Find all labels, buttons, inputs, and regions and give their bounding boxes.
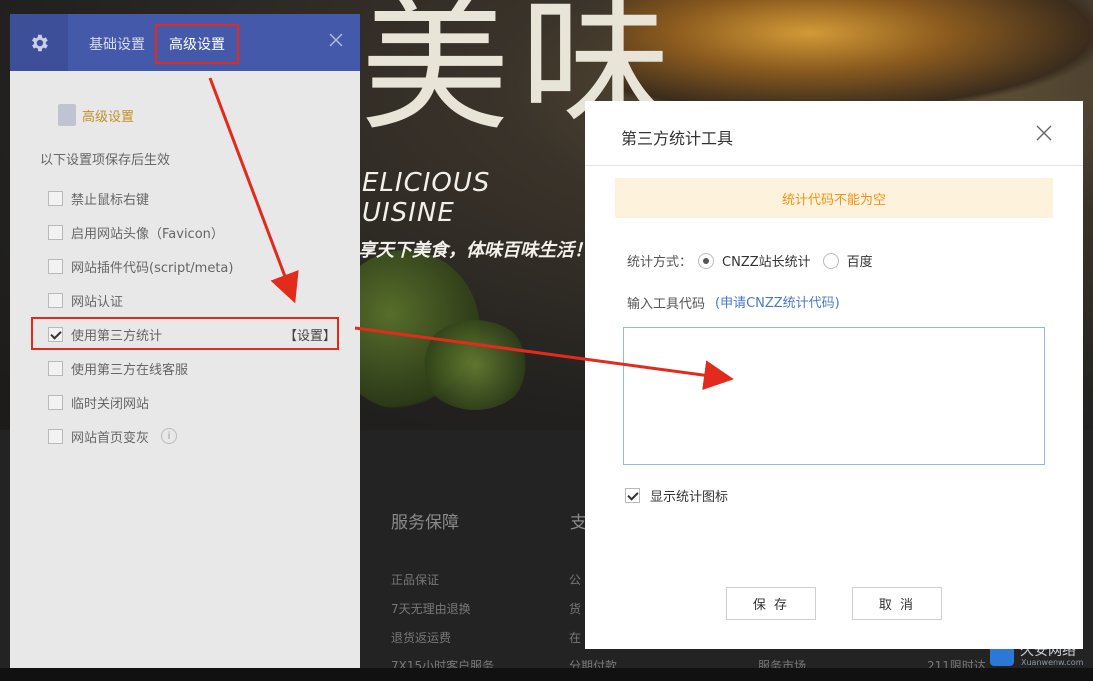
stats-method-row: 统计方式： CNZZ站长统计 百度	[627, 251, 879, 270]
third-party-stats-dialog: 第三方统计工具 统计代码不能为空 统计方式： CNZZ站长统计 百度 输入工具代…	[585, 101, 1083, 649]
settings-note: 以下设置项保存后生效	[40, 153, 171, 168]
error-alert: 统计代码不能为空	[615, 178, 1053, 218]
watermark-subtext: Xuanwenw.com	[1021, 658, 1084, 667]
show-icon-row[interactable]: 显示统计图标	[625, 486, 728, 505]
setting-label: 网站首页变灰	[71, 430, 150, 446]
checkbox[interactable]	[48, 224, 63, 240]
hero-slogan: 享天下美食，体味百味生活！	[358, 240, 592, 261]
stats-method-label: 统计方式：	[627, 255, 693, 270]
hero-english-line2: UISINE	[362, 198, 455, 228]
footer-link[interactable]: 在	[569, 629, 581, 646]
save-button[interactable]: 保 存	[726, 587, 816, 620]
section-title: 高级设置	[82, 109, 135, 125]
checkbox-checked[interactable]	[625, 488, 640, 503]
coriander-image-2	[420, 320, 530, 410]
setting-label: 网站认证	[71, 294, 124, 310]
tab-basic-settings[interactable]: 基础设置	[89, 34, 145, 54]
divider	[585, 165, 1083, 166]
footer-link[interactable]: 公	[569, 571, 581, 588]
radio-baidu[interactable]	[822, 252, 839, 269]
setting-label: 启用网站头像（Favicon）	[71, 226, 224, 242]
checkbox[interactable]	[48, 360, 63, 376]
footer-col1-title: 服务保障	[391, 513, 459, 533]
hero-english-line1: ELICIOUS	[362, 168, 491, 198]
footer-link[interactable]: 正品保证	[391, 571, 439, 588]
setting-label: 使用第三方在线客服	[71, 362, 189, 378]
gear-icon[interactable]	[10, 14, 68, 71]
setting-item-favicon[interactable]: 启用网站头像（Favicon）	[48, 222, 338, 242]
setting-item-plugin-code[interactable]: 网站插件代码(script/meta)	[48, 256, 338, 276]
footer-link[interactable]: 货	[569, 600, 581, 617]
checkbox[interactable]	[48, 394, 63, 410]
dialog-title: 第三方统计工具	[621, 129, 734, 148]
setting-item-disable-right-click[interactable]: 禁止鼠标右键	[48, 188, 338, 208]
code-label: 输入工具代码	[627, 297, 706, 312]
checkbox[interactable]	[48, 428, 63, 444]
highlight-advanced-tab	[155, 24, 239, 64]
section-heading: 高级设置	[58, 104, 134, 126]
highlight-third-party-row	[31, 317, 339, 350]
radio-cnzz[interactable]	[698, 252, 715, 269]
checkbox[interactable]	[48, 258, 63, 274]
apply-code-link[interactable]: (申请CNZZ统计代码)	[715, 292, 840, 311]
footer-link[interactable]: 退货返运费	[391, 629, 451, 646]
show-icon-label: 显示统计图标	[650, 490, 729, 505]
setting-item-grayscale-home[interactable]: 网站首页变灰 i	[48, 426, 338, 446]
setting-item-close-site[interactable]: 临时关闭网站	[48, 392, 338, 412]
food-plate-image	[620, 0, 1093, 110]
checkbox[interactable]	[48, 292, 63, 308]
section-icon	[58, 104, 76, 126]
close-icon[interactable]	[1035, 124, 1053, 142]
option-label[interactable]: 百度	[847, 251, 873, 270]
footer-bottom-bar	[0, 668, 1093, 681]
setting-label: 网站插件代码(script/meta)	[71, 260, 234, 276]
setting-label: 禁止鼠标右键	[71, 192, 150, 208]
checkbox[interactable]	[48, 190, 63, 206]
cancel-button[interactable]: 取 消	[852, 587, 942, 620]
close-icon[interactable]	[328, 32, 344, 48]
setting-item-site-verify[interactable]: 网站认证	[48, 290, 338, 310]
footer-link[interactable]: 7天无理由退换	[391, 600, 471, 617]
setting-label: 临时关闭网站	[71, 396, 150, 412]
stats-code-textarea[interactable]	[623, 327, 1045, 465]
info-icon[interactable]: i	[161, 428, 178, 444]
option-label[interactable]: CNZZ站长统计	[722, 251, 811, 270]
setting-item-online-service[interactable]: 使用第三方在线客服	[48, 358, 338, 378]
